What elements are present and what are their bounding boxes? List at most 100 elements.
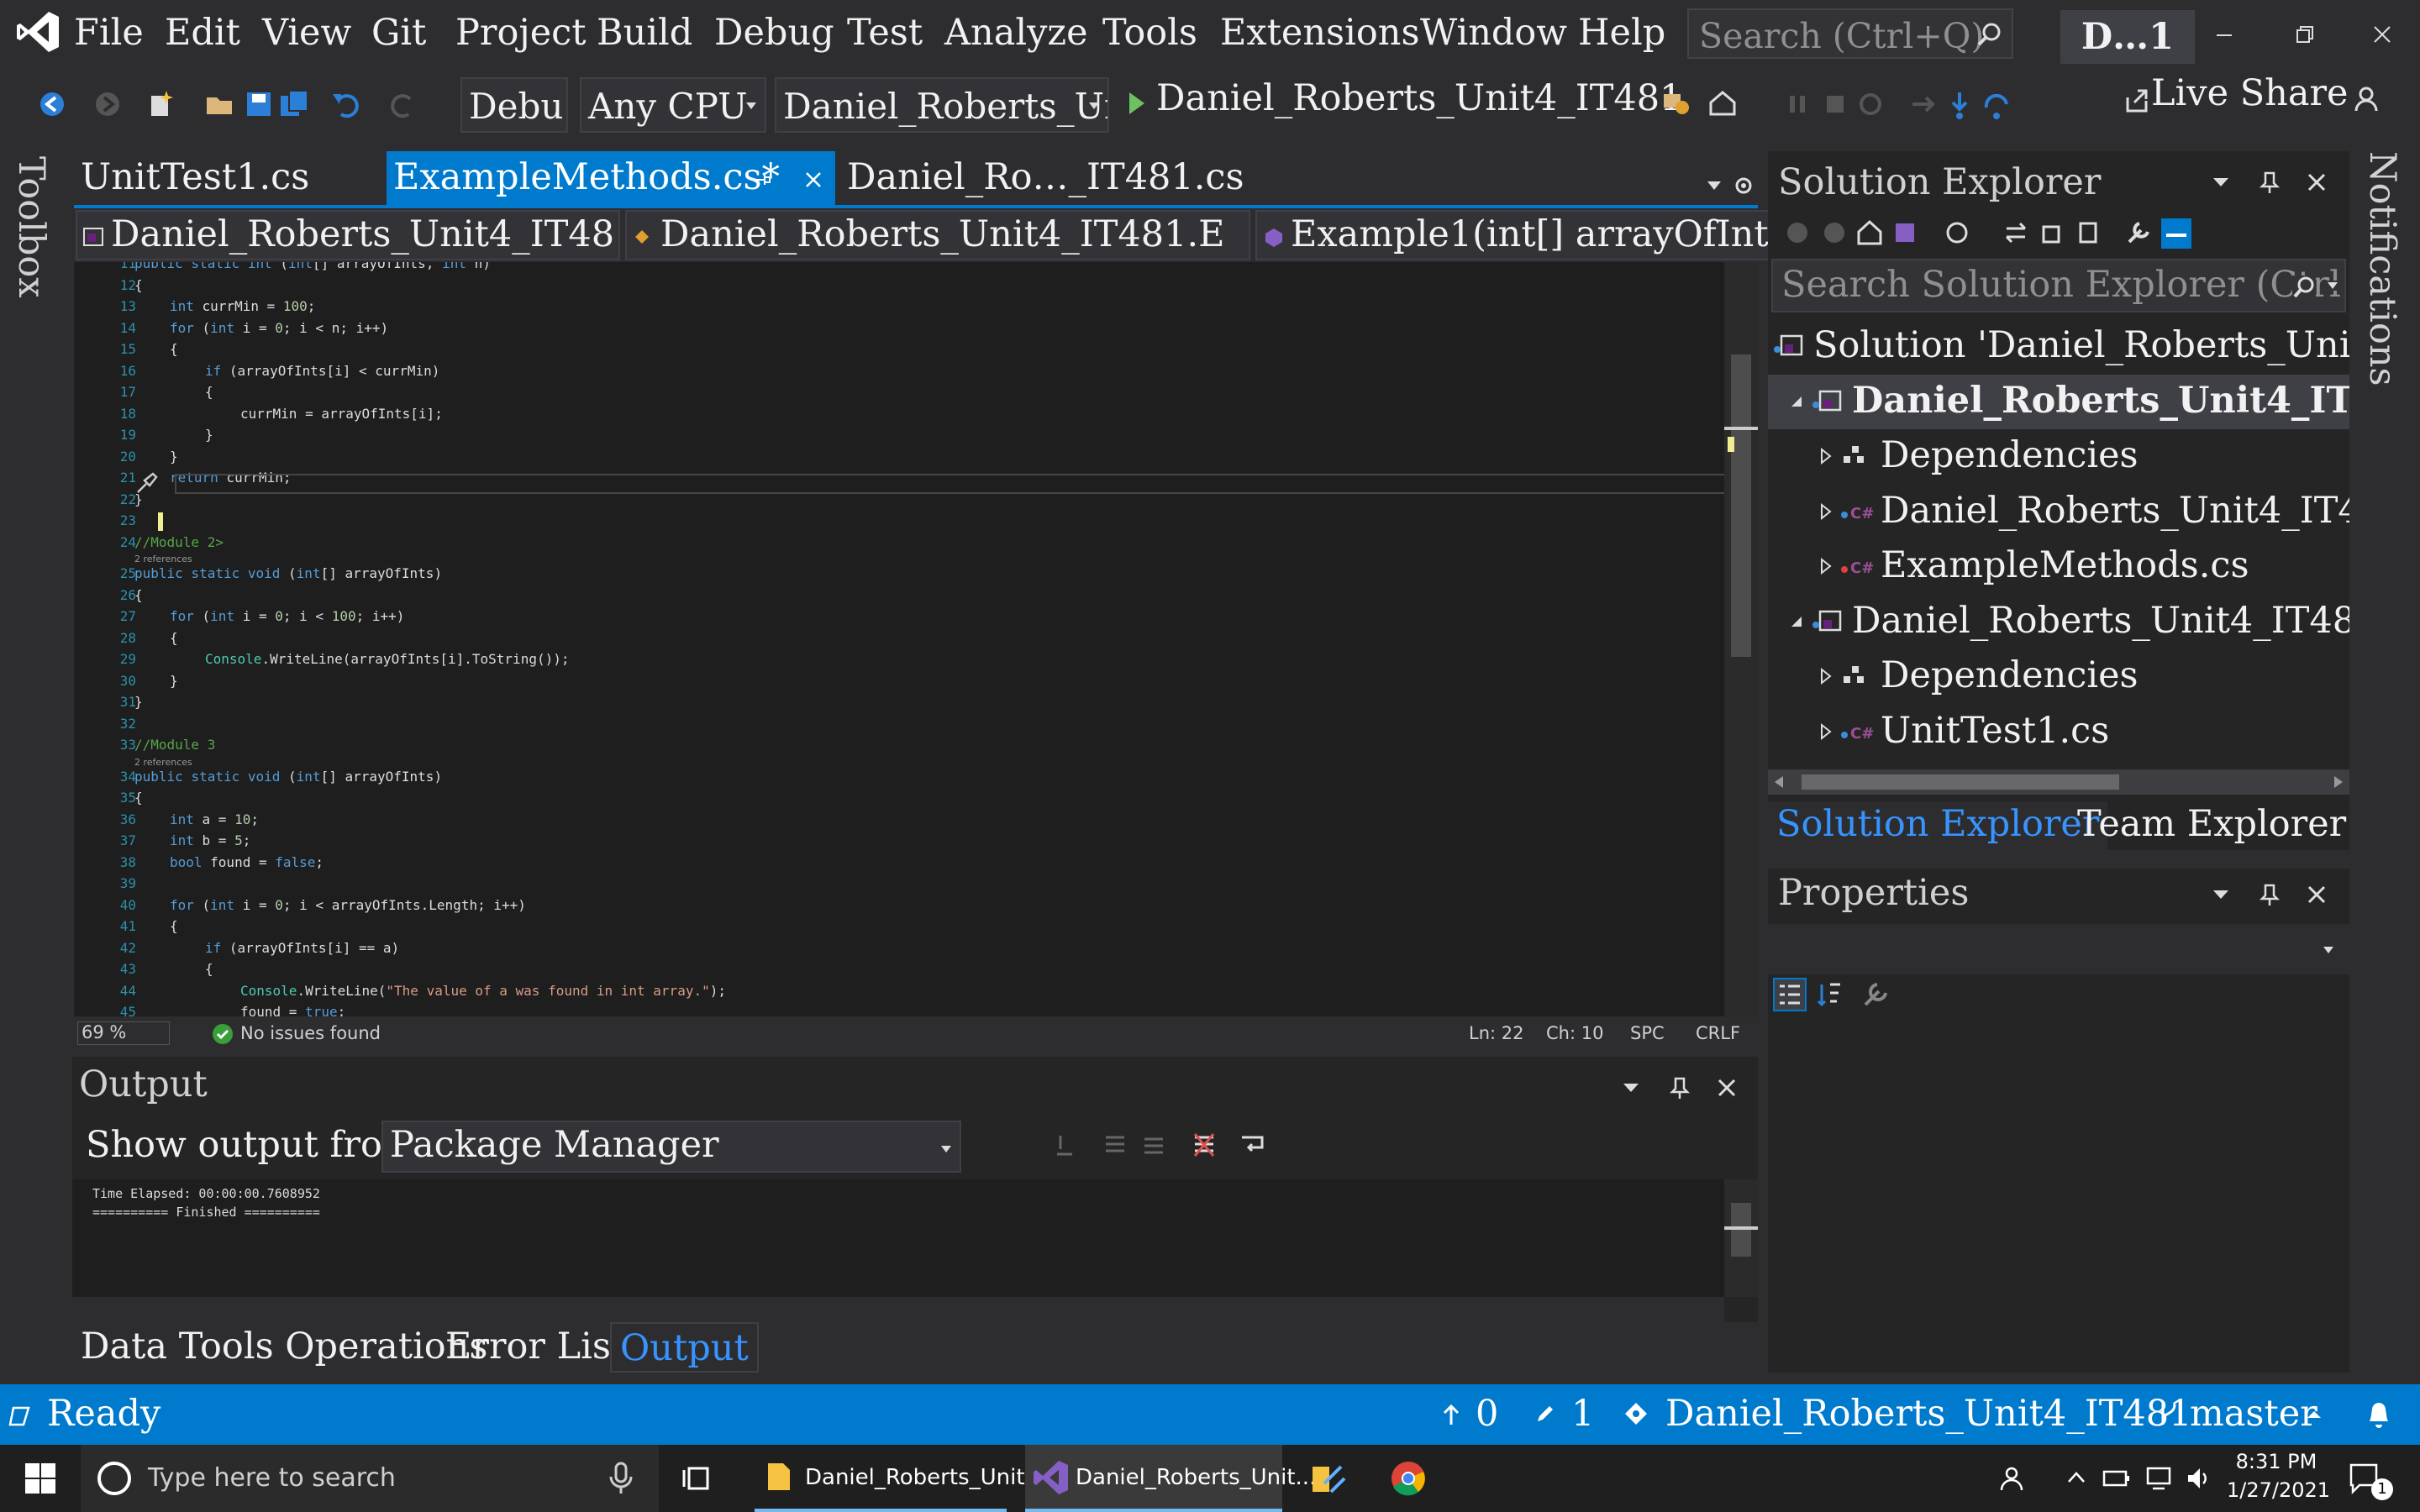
- restore-icon[interactable]: [2275, 8, 2334, 59]
- go-to-next-icon[interactable]: [1139, 1131, 1168, 1159]
- tree-item[interactable]: C# ExampleMethods.cs: [1768, 539, 2349, 595]
- word-wrap-icon[interactable]: [1239, 1131, 1267, 1159]
- menu-git[interactable]: Git: [371, 12, 426, 54]
- close-icon[interactable]: [1716, 1077, 1738, 1099]
- browser-link-icon[interactable]: [1659, 86, 1692, 119]
- sync-icon[interactable]: [2002, 218, 2030, 247]
- output-vertical-scrollbar[interactable]: [1724, 1179, 1758, 1297]
- whitespace-status[interactable]: SPC: [1630, 1023, 1665, 1043]
- forward-icon[interactable]: [1820, 218, 1849, 247]
- solution-explorer-search[interactable]: Search Solution Explorer (Ctrl+;): [1771, 259, 2346, 312]
- alphabetical-sort-icon[interactable]: [1815, 978, 1849, 1011]
- switch-views-icon[interactable]: [1892, 218, 1921, 247]
- scroll-thumb[interactable]: [1731, 1203, 1751, 1257]
- preview-selected-items-icon[interactable]: [2160, 217, 2193, 250]
- save-icon[interactable]: [242, 87, 276, 121]
- pin-icon[interactable]: [2259, 882, 2281, 907]
- tab-unittest1[interactable]: UnitTest1.cs: [74, 151, 385, 205]
- show-hidden-icons-chevron-icon[interactable]: [2067, 1470, 2086, 1483]
- volume-icon[interactable]: [2185, 1465, 2213, 1492]
- collapsed-arrow-icon[interactable]: [1818, 502, 1833, 520]
- tree-item[interactable]: Dependencies: [1768, 649, 2349, 705]
- solution-horizontal-scrollbar[interactable]: [1768, 769, 2349, 795]
- project-nav-dropdown[interactable]: Daniel_Roberts_Unit4_IT481: [76, 210, 620, 260]
- task-view-icon[interactable]: [681, 1462, 714, 1495]
- output-source-dropdown[interactable]: Package Manager: [381, 1121, 961, 1173]
- repository-name[interactable]: Daniel_Roberts_Unit4_IT481: [1665, 1393, 2191, 1435]
- close-tab-icon[interactable]: [803, 170, 823, 190]
- show-next-statement-icon[interactable]: [1907, 87, 1941, 121]
- scroll-thumb[interactable]: [1731, 354, 1751, 657]
- pin-tab-icon[interactable]: [753, 170, 773, 190]
- navigate-forward-icon[interactable]: [91, 87, 124, 121]
- clock-date[interactable]: 1/27/2021: [2227, 1478, 2330, 1502]
- network-icon[interactable]: [2144, 1465, 2173, 1492]
- startup-project-dropdown[interactable]: Daniel_Roberts_Uni: [775, 77, 1109, 133]
- chevron-down-icon[interactable]: [2326, 281, 2339, 291]
- start-debugging-icon[interactable]: [1126, 89, 1148, 118]
- menu-test[interactable]: Test: [847, 12, 923, 54]
- menu-debug[interactable]: Debug: [714, 12, 834, 54]
- solution-configuration-dropdown[interactable]: Debu: [460, 77, 568, 133]
- save-all-icon[interactable]: [277, 87, 311, 121]
- people-icon[interactable]: [2000, 1463, 2030, 1494]
- tree-item[interactable]: C# Daniel_Roberts_Unit4_IT481: [1768, 485, 2349, 540]
- collapsed-arrow-icon[interactable]: [1818, 558, 1833, 575]
- feedback-person-icon[interactable]: [2353, 82, 2386, 116]
- tab-solution-explorer[interactable]: Solution Explorer: [1768, 801, 2108, 850]
- new-project-icon[interactable]: [145, 87, 178, 121]
- tab-team-explorer[interactable]: Team Explorer: [2069, 801, 2354, 850]
- menu-window[interactable]: Window: [1420, 12, 1567, 54]
- battery-icon[interactable]: [2102, 1465, 2131, 1492]
- code-lens-references[interactable]: 2 references: [134, 554, 192, 564]
- close-icon[interactable]: [2306, 884, 2328, 906]
- expanded-arrow-icon[interactable]: [1790, 393, 1805, 410]
- unpushed-commits-count[interactable]: 0: [1476, 1393, 1498, 1435]
- tree-item[interactable]: Daniel_Roberts_Unit4_IT481: [1768, 374, 2349, 429]
- tab-data-tools-operations[interactable]: Data Tools Operations: [72, 1322, 496, 1373]
- object-selector-dropdown[interactable]: [1768, 924, 2349, 974]
- menu-tools[interactable]: Tools: [1102, 12, 1197, 54]
- step-over-icon[interactable]: [1980, 87, 2013, 121]
- taskbar-visual-studio[interactable]: Daniel_Roberts_Unit...: [1025, 1445, 1316, 1512]
- chevron-down-icon[interactable]: [1622, 1082, 1640, 1094]
- tab-examplemethods[interactable]: ExampleMethods.cs*: [387, 151, 835, 205]
- issues-status[interactable]: No issues found: [240, 1023, 381, 1043]
- menu-file[interactable]: File: [74, 12, 144, 54]
- properties-wrench-icon[interactable]: [2124, 218, 2153, 247]
- tab-daniel-roberts-program[interactable]: Daniel_Ro…_IT481.cs: [840, 151, 1294, 205]
- minimize-icon[interactable]: [2195, 8, 2254, 59]
- step-into-icon[interactable]: [1943, 87, 1976, 121]
- go-to-previous-icon[interactable]: [1052, 1131, 1077, 1159]
- find-message-icon[interactable]: [1101, 1131, 1129, 1159]
- menu-view[interactable]: View: [262, 12, 351, 54]
- code-lens-references[interactable]: 2 references: [134, 757, 192, 768]
- chevron-down-icon[interactable]: [2212, 176, 2230, 188]
- home-icon[interactable]: [1855, 218, 1884, 247]
- notification-bell-icon[interactable]: [2365, 1399, 2393, 1430]
- tab-overflow-chevron-icon[interactable]: [1704, 180, 1724, 193]
- menu-edit[interactable]: Edit: [165, 12, 240, 54]
- tree-item[interactable]: Solution 'Daniel_Roberts_Unit4_I: [1768, 319, 2349, 375]
- pause-icon[interactable]: [1781, 87, 1815, 121]
- editor-vertical-scrollbar[interactable]: [1724, 262, 1758, 1016]
- tab-output[interactable]: Output: [610, 1322, 759, 1373]
- branch-name[interactable]: master: [2190, 1393, 2317, 1435]
- navigate-back-icon[interactable]: [35, 87, 69, 121]
- start-debugging-button[interactable]: Daniel_Roberts_Unit4_IT481: [1156, 77, 1682, 119]
- pending-changes-count[interactable]: 1: [1571, 1393, 1594, 1435]
- collapsed-arrow-icon[interactable]: [1818, 668, 1833, 685]
- property-pages-wrench-icon[interactable]: [1859, 978, 1892, 1011]
- code-editor[interactable]: 11 public static int (int[] arrayOfInts, …: [74, 262, 1758, 1016]
- menu-help[interactable]: Help: [1578, 12, 1665, 54]
- scroll-thumb[interactable]: [1802, 774, 2119, 790]
- menu-analyze[interactable]: Analyze: [944, 12, 1088, 54]
- clock-time[interactable]: 8:31 PM: [2230, 1450, 2323, 1473]
- tree-item[interactable]: Dependencies: [1768, 429, 2349, 485]
- tab-error-list[interactable]: Error List: [437, 1322, 634, 1373]
- menu-build[interactable]: Build: [597, 12, 692, 54]
- clear-all-icon[interactable]: [1190, 1131, 1218, 1159]
- tools-app-icon[interactable]: [1307, 1458, 1348, 1499]
- quick-search-box[interactable]: Search (Ctrl+Q): [1687, 8, 2013, 59]
- chevron-down-icon[interactable]: [2212, 889, 2230, 900]
